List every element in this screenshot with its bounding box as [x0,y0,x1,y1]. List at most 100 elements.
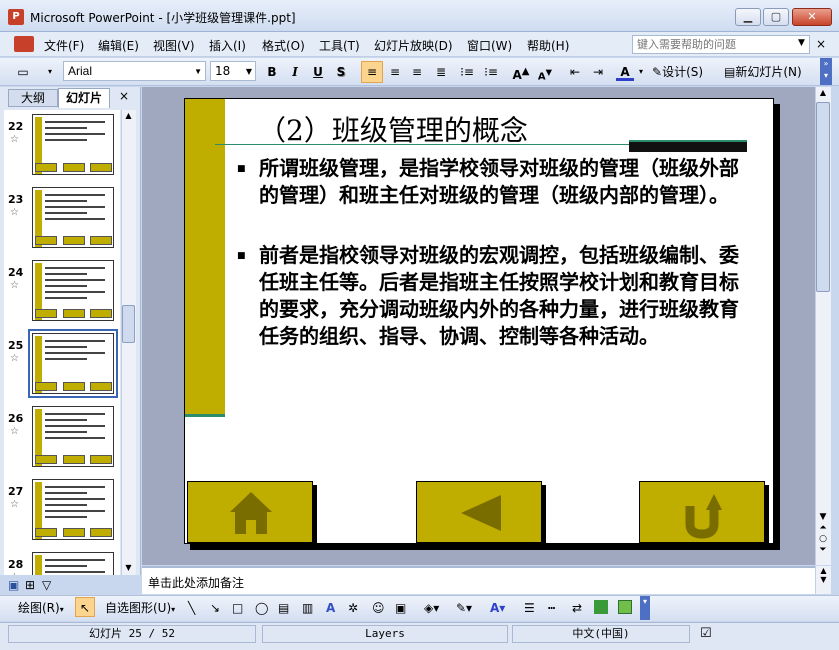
document-close-button[interactable]: × [816,37,826,51]
animation-star-icon[interactable]: ☆ [10,207,19,218]
tab-outline[interactable]: 大纲 [8,89,58,107]
select-pointer-icon[interactable]: ↖ [75,597,95,617]
slide-paragraph-2[interactable]: 前者是指校领导对班级的宏观调控，包括班级编制、委任班主任等。后者是指班主任按照学… [259,242,749,350]
font-size-select[interactable]: 18 ▼ [210,61,256,81]
animation-star-icon[interactable]: ☆ [10,353,19,364]
align-center-button[interactable]: ≡ [386,62,404,82]
slide-thumbnail[interactable] [28,329,118,398]
slide-thumbnail[interactable] [32,114,114,175]
numbering-button[interactable]: ⁝≡ [458,62,476,82]
menu-window[interactable]: 窗口(W) [467,37,512,54]
thumbnail-scroll-thumb[interactable] [122,305,135,343]
rectangle-icon[interactable]: □ [232,598,243,618]
normal-view-icon[interactable]: ▣ [8,578,19,592]
menu-insert[interactable]: 插入(I) [209,37,246,54]
close-window-button[interactable]: ✕ [792,8,832,26]
animation-star-icon[interactable]: ☆ [10,499,19,510]
drawing-toolbar-overflow-icon[interactable]: ▾ [640,596,650,620]
draw-menu-button[interactable]: 绘图(R)▾ [18,598,64,618]
menu-view[interactable]: 视图(V) [153,37,195,54]
decrease-indent-icon[interactable]: ⇤ [566,62,584,82]
decrease-font-icon[interactable]: A▼ [536,62,554,82]
slide-thumbnail-item[interactable]: 26 ☆ [4,402,120,475]
tab-slides[interactable]: 幻灯片 [58,88,110,108]
toolbar-overflow-icon[interactable]: » ▾ [820,58,832,85]
notes-scrollbar[interactable]: ▲ ▼ [815,566,831,594]
animation-star-icon[interactable]: ☆ [10,572,19,575]
animation-star-icon[interactable]: ☆ [10,134,19,145]
scroll-up-icon[interactable]: ▲ [816,88,830,97]
increase-font-icon[interactable]: A▲ [512,62,530,82]
font-color-dropdown-icon[interactable]: ▾ [636,62,646,82]
oval-icon[interactable]: ◯ [255,598,268,618]
font-color-icon[interactable]: A [616,62,634,81]
scroll-down-icon[interactable]: ▼ [122,563,135,572]
panel-close-button[interactable]: × [119,89,129,103]
shadow-button[interactable]: S [333,62,349,82]
menu-file[interactable]: 文件(F) [44,37,84,54]
slide-thumbnail[interactable] [32,406,114,467]
slide-thumbnail-item[interactable]: 27 ☆ [4,475,120,548]
italic-button[interactable]: I [287,62,303,82]
menu-tools[interactable]: 工具(T) [319,37,360,54]
wordart-icon[interactable]: A [326,598,335,618]
home-nav-button[interactable] [187,481,313,543]
doc-icon[interactable] [14,36,34,52]
clipart-icon[interactable]: ☺ [372,598,385,618]
increase-indent-icon[interactable]: ⇥ [589,62,607,82]
slide-canvas[interactable]: （2）班级管理的概念 ■ 所谓班级管理，是指学校领导对班级的管理（班级外部的管理… [184,98,774,544]
minimize-button[interactable]: ▁ [735,8,761,26]
chevron-down-icon[interactable]: ▼ [246,67,252,76]
help-dropdown-icon[interactable]: ▼ [798,38,805,48]
slide-thumbnail-item[interactable]: 23 ☆ [4,183,120,256]
line-color-icon[interactable]: ✎▾ [456,598,472,618]
new-slide-button[interactable]: ▤新幻灯片(N) [724,62,810,82]
diagram-icon[interactable]: ✲ [348,598,358,618]
scroll-up-icon[interactable]: ▲ [122,111,135,120]
animation-star-icon[interactable]: ☆ [10,426,19,437]
line-icon[interactable]: ╲ [188,598,195,618]
fill-color-icon[interactable]: ◈▾ [424,598,439,618]
3d-style-icon[interactable] [618,600,632,614]
vertical-textbox-icon[interactable]: ▥ [302,598,313,618]
menu-format[interactable]: 格式(O) [262,37,305,54]
slide-thumbnail-item[interactable]: 24 ☆ [4,256,120,329]
dash-style-icon[interactable]: ┅ [548,598,555,618]
font-name-select[interactable]: Arial ▼ [63,61,206,81]
new-file-icon[interactable]: ▭ [14,62,32,82]
line-style-icon[interactable]: ☰ [524,598,535,618]
slide-thumbnail[interactable] [32,479,114,540]
slideshow-view-icon[interactable]: ▽ [42,578,51,592]
maximize-button[interactable]: ▢ [763,8,789,26]
arrow-icon[interactable]: ↘ [210,598,220,618]
slide-thumbnail[interactable] [32,260,114,321]
bold-button[interactable]: B [264,62,280,82]
underline-button[interactable]: U [310,62,326,82]
slide-thumbnail[interactable] [32,187,114,248]
return-nav-button[interactable] [639,481,765,543]
toolbar-options-icon[interactable]: ▾ [44,62,56,82]
arrow-style-icon[interactable]: ⇄ [572,598,582,618]
menu-edit[interactable]: 编辑(E) [98,37,139,54]
slide-title[interactable]: （2）班级管理的概念 [258,109,528,149]
slide-paragraph-1[interactable]: 所谓班级管理，是指学校领导对班级的管理（班级外部的管理）和班主任对班级的管理（班… [259,155,749,209]
slide-thumbnail-item[interactable]: 28☆ [4,548,120,575]
help-search-input[interactable] [632,35,810,54]
notes-pane[interactable]: 单击此处添加备注 [142,566,831,594]
bullets-button[interactable]: ⁝≡ [482,62,500,82]
slide-thumbnail[interactable] [32,552,114,575]
back-nav-button[interactable] [416,481,542,543]
slide-scroll-thumb[interactable] [816,102,830,292]
menu-help[interactable]: 帮助(H) [527,37,569,54]
picture-icon[interactable]: ▣ [395,598,406,618]
align-right-button[interactable]: ≡ [408,62,426,82]
design-button[interactable]: ✎设计(S) [652,62,722,82]
textbox-icon[interactable]: ▤ [278,598,289,618]
slide-thumbnail-item[interactable]: 22 ☆ [4,110,120,183]
menu-slideshow[interactable]: 幻灯片放映(D) [374,37,453,54]
slide-nav-arrows[interactable]: ▼ ⏶ ○ ⏷ [816,512,830,556]
spellcheck-icon[interactable]: ☑ [700,626,712,641]
slide-sorter-view-icon[interactable]: ⊞ [25,578,35,592]
slide-thumbnail-item[interactable]: 25 ☆ [4,329,120,402]
animation-star-icon[interactable]: ☆ [10,280,19,291]
